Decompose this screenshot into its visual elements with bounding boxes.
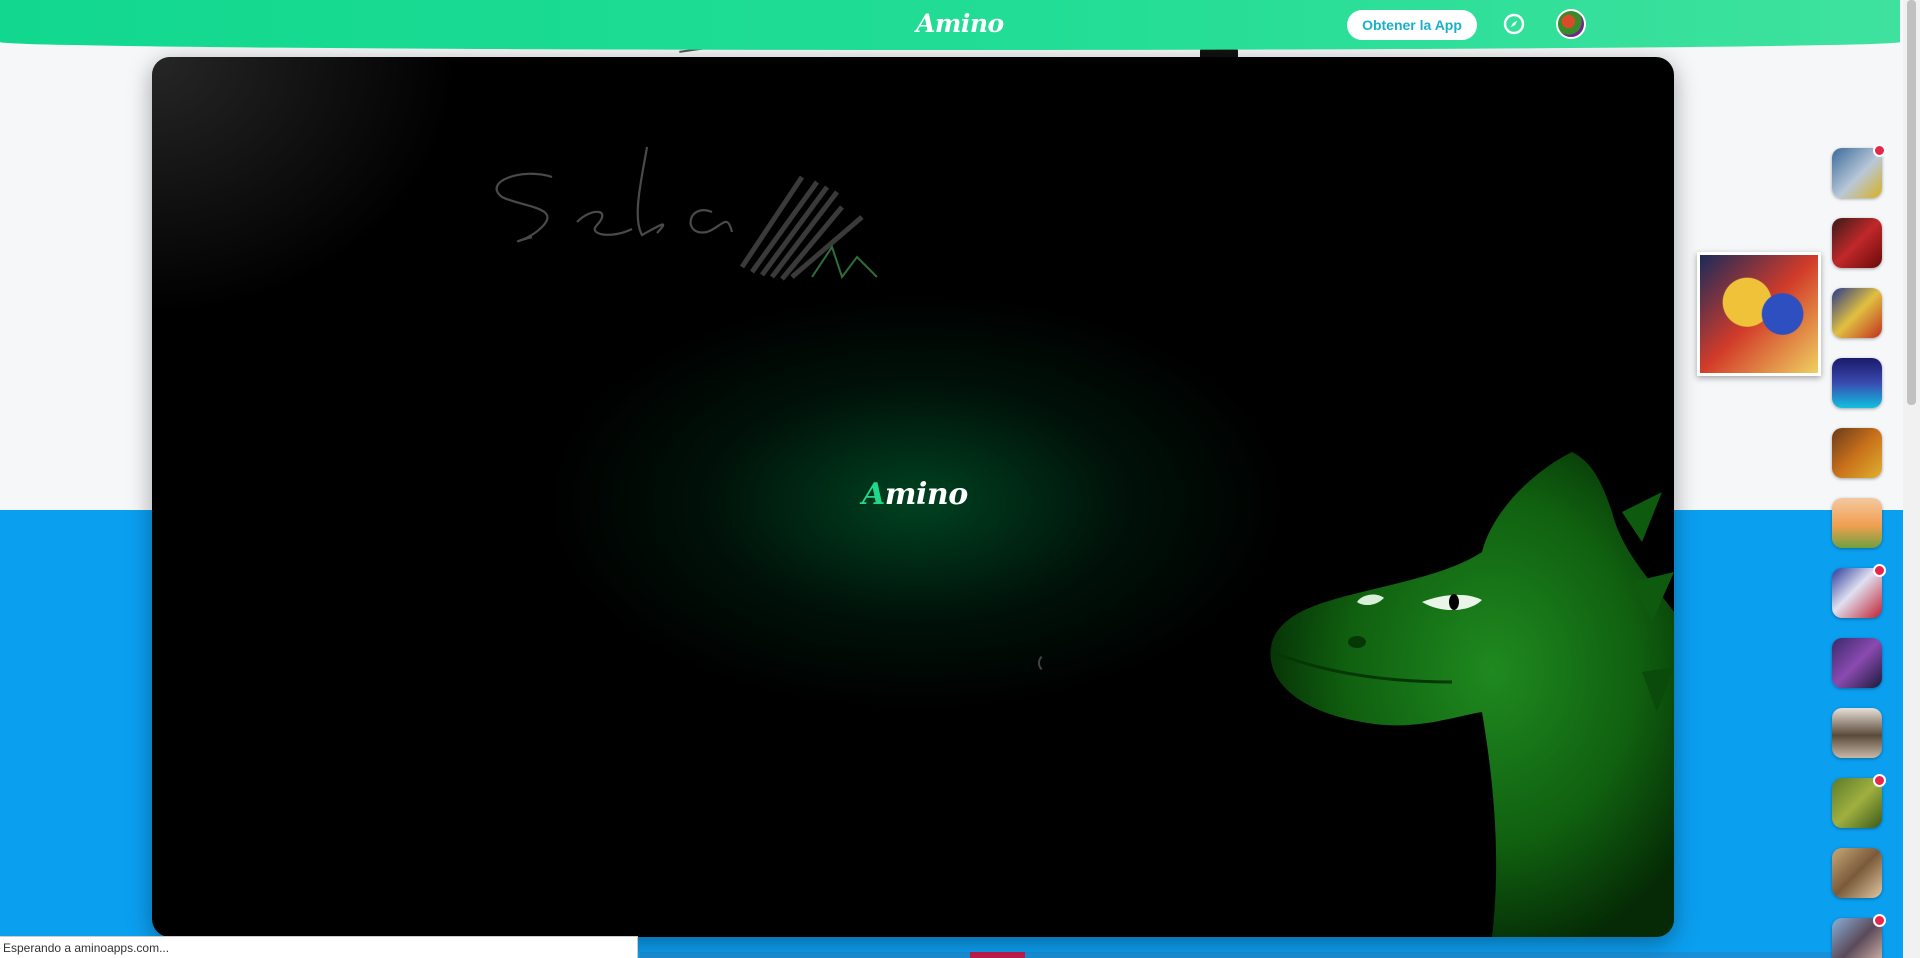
loading-spinner: [1038, 653, 1058, 673]
scrollbar-thumb[interactable]: [1907, 0, 1916, 405]
notification-dot: [1873, 144, 1886, 157]
signature-drawing: [495, 146, 878, 281]
community-icon[interactable]: [1832, 708, 1882, 758]
notification-dot: [1873, 564, 1886, 577]
community-icon[interactable]: [1832, 218, 1882, 268]
user-avatar[interactable]: [1556, 9, 1586, 39]
community-icon[interactable]: [1832, 774, 1886, 828]
launch-modal: Amino: [152, 57, 1674, 937]
community-icon[interactable]: [1832, 358, 1882, 408]
community-icon[interactable]: [1832, 914, 1886, 958]
community-preview-popup: [1697, 252, 1821, 376]
community-icon[interactable]: [1832, 848, 1882, 898]
top-header: Amino Obtener la App: [0, 0, 1900, 50]
page-scrollbar[interactable]: [1903, 0, 1920, 958]
community-icon[interactable]: [1832, 498, 1882, 548]
notification-dot: [1873, 914, 1886, 927]
compass-icon[interactable]: [1502, 12, 1526, 36]
community-icon[interactable]: [1832, 144, 1886, 198]
amino-logo[interactable]: Amino: [916, 9, 1004, 38]
get-app-button[interactable]: Obtener la App: [1347, 10, 1477, 40]
notification-dot: [1873, 774, 1886, 787]
community-icon[interactable]: [1832, 564, 1886, 618]
bottom-strip-accent: [970, 952, 1025, 958]
community-icon[interactable]: [1832, 288, 1882, 338]
modal-amino-logo: Amino: [862, 477, 968, 512]
dragon-artwork: [1270, 452, 1674, 937]
community-icon[interactable]: [1832, 638, 1882, 688]
community-icon[interactable]: [1832, 428, 1882, 478]
browser-status-bar: Esperando a aminoapps.com...: [0, 936, 638, 958]
bottom-strip: [640, 952, 1880, 958]
